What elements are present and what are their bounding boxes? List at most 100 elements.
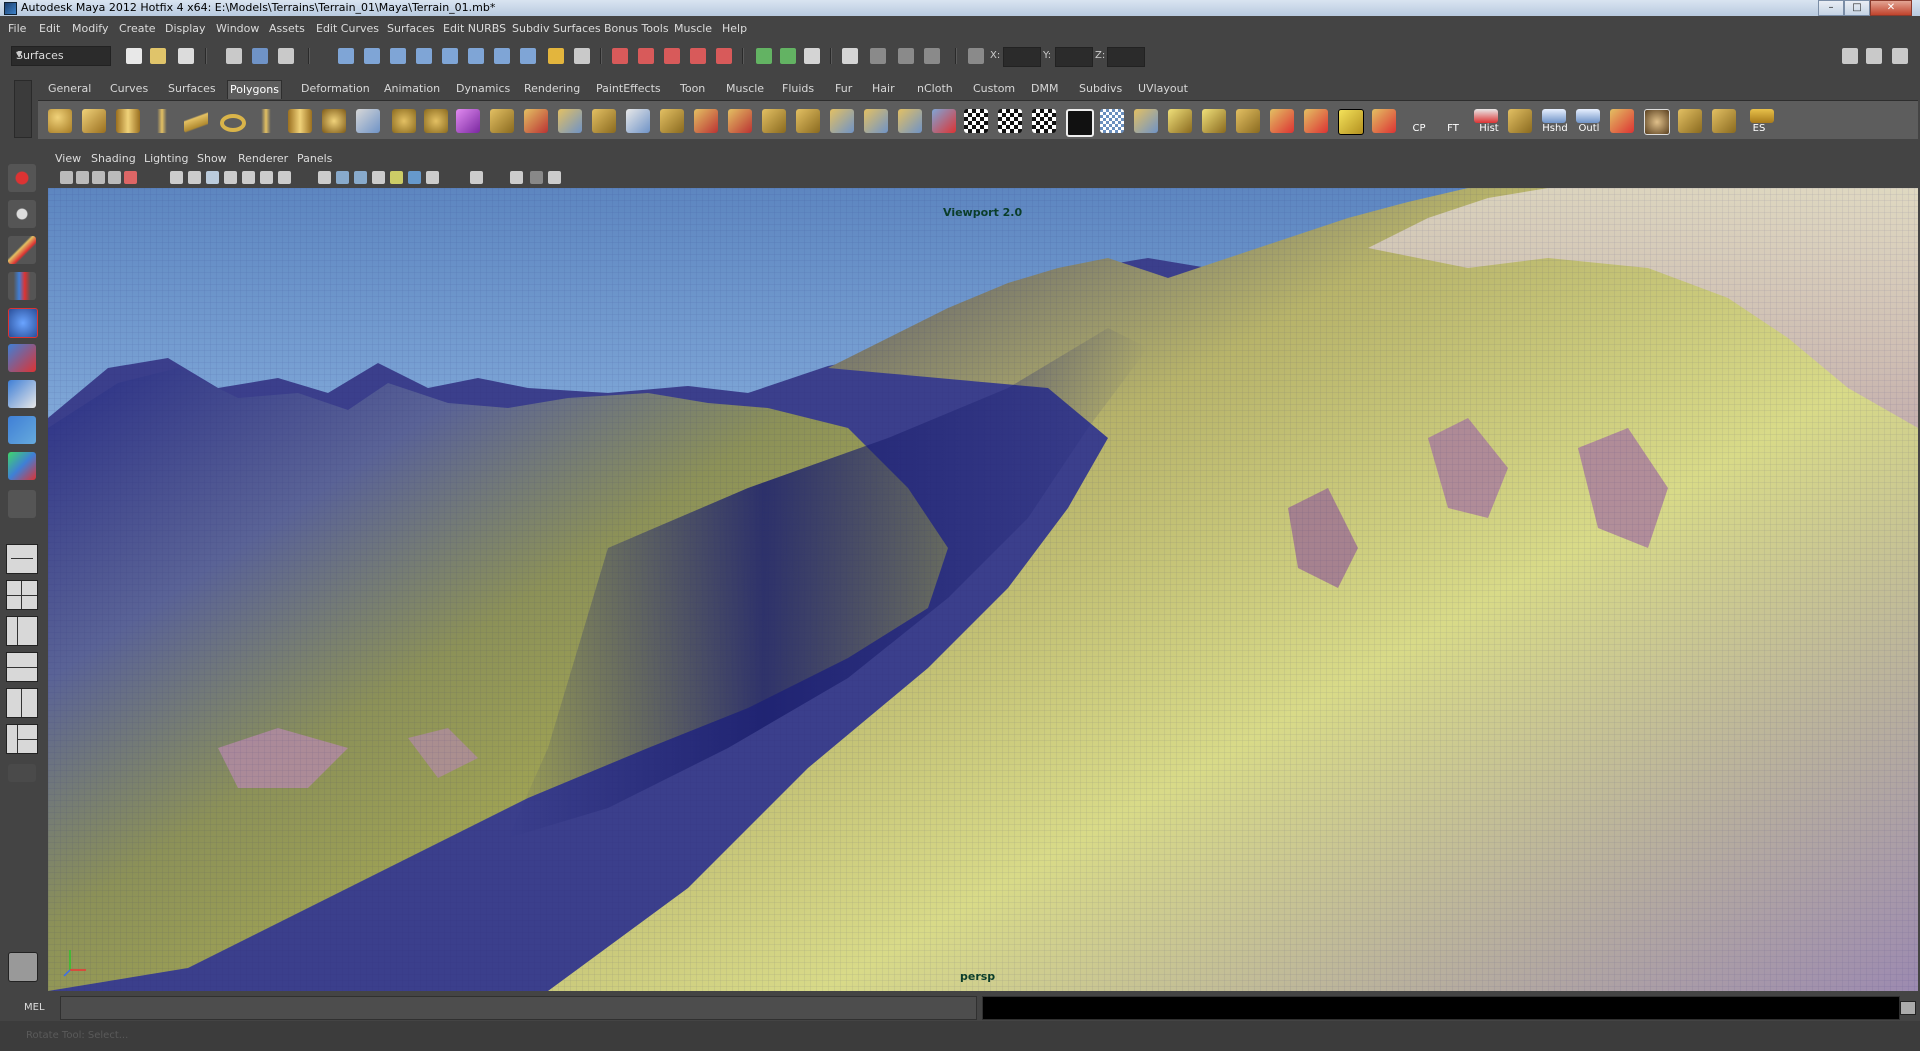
tab-uvlayout[interactable]: UVlayout xyxy=(1136,80,1190,98)
tab-dmm[interactable]: DMM xyxy=(1029,80,1060,98)
paint-weights-icon[interactable] xyxy=(1610,109,1634,133)
graph-editor-icon[interactable] xyxy=(924,48,940,64)
layout-uv-icon[interactable] xyxy=(1168,109,1192,133)
snap-view-plane-icon[interactable] xyxy=(416,48,432,64)
panel-menu-panels[interactable]: Panels xyxy=(297,152,332,165)
tab-deformation[interactable]: Deformation xyxy=(299,80,372,98)
wireframe-icon[interactable] xyxy=(188,171,201,184)
last-tool-slot[interactable] xyxy=(8,490,36,518)
hypershade-render-icon[interactable] xyxy=(690,48,706,64)
boolean-icon[interactable] xyxy=(424,109,448,133)
tab-custom[interactable]: Custom xyxy=(971,80,1017,98)
snap-grid-icon[interactable] xyxy=(338,48,354,64)
shadows-icon[interactable] xyxy=(278,171,291,184)
split-polygon-icon[interactable] xyxy=(694,109,718,133)
outliner-toggle-icon[interactable] xyxy=(898,48,914,64)
help-question-icon[interactable] xyxy=(520,48,536,64)
tab-dynamics[interactable]: Dynamics xyxy=(454,80,512,98)
tab-fur[interactable]: Fur xyxy=(833,80,854,98)
tool-settings-icon[interactable] xyxy=(804,48,820,64)
wireframe-on-shaded-icon[interactable] xyxy=(224,171,237,184)
checker-toggle-icon[interactable] xyxy=(1032,109,1056,133)
checker-uv-icon[interactable] xyxy=(964,109,988,133)
x-field[interactable] xyxy=(1003,47,1041,67)
tab-surfaces[interactable]: Surfaces xyxy=(166,80,218,98)
lasso-tool-icon[interactable] xyxy=(8,200,36,228)
grid-toggle-icon[interactable] xyxy=(170,171,183,184)
snap-face-icon[interactable] xyxy=(494,48,510,64)
uv-grid-icon[interactable] xyxy=(1100,109,1124,133)
input-output-icon[interactable] xyxy=(574,48,590,64)
shaded-display-icon[interactable] xyxy=(390,171,403,184)
poly-torus-icon[interactable] xyxy=(220,114,246,132)
menu-set-dropdown[interactable]: Surfaces ▼ xyxy=(11,46,111,66)
make-live-icon[interactable] xyxy=(442,48,458,64)
tab-painteffects[interactable]: PaintEffects xyxy=(594,80,663,98)
maximize-button[interactable]: □ xyxy=(1844,0,1870,16)
new-scene-icon[interactable] xyxy=(126,48,142,64)
motion-blur-icon[interactable] xyxy=(426,171,439,184)
harden-edge-icon[interactable] xyxy=(1270,109,1294,133)
snap-curve-icon[interactable] xyxy=(364,48,380,64)
soft-modification-icon[interactable] xyxy=(8,416,36,444)
outliner-icon[interactable] xyxy=(1576,109,1600,123)
export-selection-icon[interactable] xyxy=(1750,109,1774,123)
render-current-icon[interactable] xyxy=(612,48,628,64)
select-hierarchy-icon[interactable] xyxy=(226,48,242,64)
tab-muscle[interactable]: Muscle xyxy=(724,80,766,98)
relax-uv-icon[interactable] xyxy=(1202,109,1226,133)
soften-edge-icon[interactable] xyxy=(1236,109,1260,133)
menu-assets[interactable]: Assets xyxy=(269,22,305,35)
panel-menu-view[interactable]: View xyxy=(55,152,81,165)
ipr-render-icon[interactable] xyxy=(638,48,654,64)
display-window-icon[interactable] xyxy=(842,48,858,64)
frame-selection-icon[interactable] xyxy=(510,171,523,184)
construction-history-icon[interactable] xyxy=(548,48,564,64)
xray-joints-icon[interactable] xyxy=(354,171,367,184)
poly-soccerball-icon[interactable] xyxy=(322,109,346,133)
tab-hair[interactable]: Hair xyxy=(870,80,897,98)
delete-history-icon[interactable] xyxy=(1474,109,1498,123)
cylindrical-mapping-icon[interactable] xyxy=(864,109,888,133)
cut-faces-icon[interactable] xyxy=(796,109,820,133)
snap-together-icon[interactable] xyxy=(1508,109,1532,133)
spherical-mapping-icon[interactable] xyxy=(898,109,922,133)
ambient-occlusion-icon[interactable] xyxy=(408,171,421,184)
panel-menu-shading[interactable]: Shading xyxy=(91,152,136,165)
reverse-normals-icon[interactable] xyxy=(1304,109,1328,133)
tab-animation[interactable]: Animation xyxy=(382,80,442,98)
quadrangulate-icon[interactable] xyxy=(1372,109,1396,133)
xray-components-icon[interactable] xyxy=(372,171,385,184)
minimize-button[interactable]: – xyxy=(1818,0,1844,16)
planar-mapping-icon[interactable] xyxy=(830,109,854,133)
menu-edit-curves[interactable]: Edit Curves xyxy=(316,22,379,35)
combine-icon[interactable] xyxy=(356,109,380,133)
snap-surface-icon[interactable] xyxy=(468,48,484,64)
poly-cube-icon[interactable] xyxy=(82,109,106,133)
frame-all-icon[interactable] xyxy=(470,171,483,184)
menu-create[interactable]: Create xyxy=(119,22,156,35)
transform-mode-icon[interactable] xyxy=(968,48,984,64)
tab-ncloth[interactable]: nCloth xyxy=(915,80,955,98)
tab-fluids[interactable]: Fluids xyxy=(780,80,816,98)
offset-edge-loop-icon[interactable] xyxy=(762,109,786,133)
menu-edit[interactable]: Edit xyxy=(39,22,60,35)
bookmarks-icon[interactable] xyxy=(92,171,105,184)
show-channel-box-icon[interactable] xyxy=(1892,48,1908,64)
menu-edit-nurbs[interactable]: Edit NURBS xyxy=(443,22,506,35)
script-editor-icon[interactable] xyxy=(1900,1001,1916,1015)
close-button[interactable]: ✕ xyxy=(1870,0,1912,16)
bevel-icon[interactable] xyxy=(626,109,650,133)
use-all-lights-icon[interactable] xyxy=(260,171,273,184)
tab-polygons[interactable]: Polygons xyxy=(227,80,282,99)
poly-pipe-icon[interactable] xyxy=(288,109,312,133)
image-plane-icon[interactable] xyxy=(108,171,121,184)
checker-map-icon[interactable] xyxy=(998,109,1022,133)
universal-manipulator-icon[interactable] xyxy=(8,380,36,408)
menu-file[interactable]: File xyxy=(8,22,26,35)
select-tool-icon[interactable] xyxy=(8,164,36,192)
panel-menu-show[interactable]: Show xyxy=(197,152,227,165)
select-camera-icon[interactable] xyxy=(60,171,73,184)
camera-attributes-icon[interactable] xyxy=(76,171,89,184)
append-polygon-icon[interactable] xyxy=(558,109,582,133)
